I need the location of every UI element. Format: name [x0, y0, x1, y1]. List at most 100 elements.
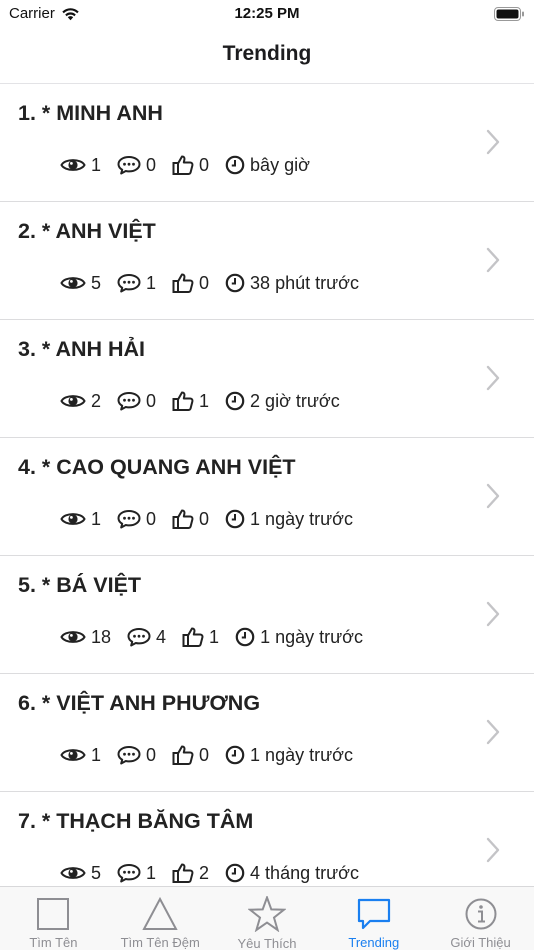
comments-stat: 1 — [117, 863, 156, 884]
tab-bar: Tìm Tên Tìm Tên Đệm Yêu Thích Trending G… — [0, 886, 534, 950]
item-title: 1. * MINH ANH — [18, 101, 163, 125]
item-stats: 5 1 2 4 tháng trước — [60, 862, 375, 884]
time-label: 1 ngày trước — [250, 508, 353, 529]
item-stats: 1 0 0 1 ngày trước — [60, 744, 369, 766]
time-stat: bây giờ — [225, 155, 310, 176]
likes-stat: 2 — [172, 862, 209, 884]
clock-icon — [225, 155, 245, 175]
tab-tim-ten-dem[interactable]: Tìm Tên Đệm — [107, 887, 214, 950]
clock-icon — [225, 745, 245, 765]
thumbs-up-icon — [172, 273, 194, 293]
item-stats: 1 0 0 bây giờ — [60, 154, 326, 176]
time-label: bây giờ — [250, 154, 310, 175]
comments-stat: 4 — [127, 627, 166, 648]
tab-label: Tìm Tên — [29, 935, 78, 950]
clock-icon — [225, 391, 245, 411]
eye-icon — [60, 631, 86, 643]
comments-stat: 0 — [117, 745, 156, 766]
time-stat: 1 ngày trước — [235, 627, 363, 648]
tab-tim-ten[interactable]: Tìm Tên — [0, 887, 107, 950]
item-stats: 2 0 1 2 giờ trước — [60, 390, 356, 412]
clock-icon — [235, 627, 255, 647]
comments-stat: 0 — [117, 391, 156, 412]
views-count: 5 — [91, 862, 102, 883]
clock-icon — [225, 509, 245, 529]
likes-stat: 0 — [172, 154, 209, 176]
item-title: 5. * BÁ VIỆT — [18, 573, 142, 597]
views-stat: 18 — [60, 627, 111, 648]
time-label: 38 phút trước — [250, 272, 359, 293]
time-stat: 38 phút trước — [225, 273, 359, 294]
likes-stat: 0 — [172, 272, 209, 294]
likes-count: 1 — [209, 626, 220, 647]
list-item[interactable]: 2. * ANH VIỆT 5 1 0 38 phút trước — [0, 202, 534, 320]
list-item[interactable]: 6. * VIỆT ANH PHƯƠNG 1 0 0 1 ngày trước — [0, 674, 534, 792]
thumbs-up-icon — [172, 509, 194, 529]
page-title: Trending — [222, 42, 312, 65]
likes-count: 0 — [199, 154, 210, 175]
item-title: 4. * CAO QUANG ANH VIỆT — [18, 455, 296, 479]
comments-count: 0 — [146, 154, 157, 175]
likes-count: 1 — [199, 390, 210, 411]
comments-stat: 1 — [117, 273, 156, 294]
tab-gioi-thieu[interactable]: Giới Thiệu — [427, 887, 534, 950]
time-stat: 2 giờ trước — [225, 391, 340, 412]
likes-count: 0 — [199, 508, 210, 529]
likes-stat: 1 — [172, 390, 209, 412]
eye-icon — [60, 513, 86, 525]
comments-count: 0 — [146, 508, 157, 529]
chevron-right-icon — [486, 601, 500, 627]
comment-icon — [127, 628, 151, 647]
chevron-right-icon — [486, 483, 500, 509]
thumbs-up-icon — [172, 745, 194, 765]
time-stat: 1 ngày trước — [225, 509, 353, 530]
comments-stat: 0 — [117, 155, 156, 176]
item-stats: 18 4 1 1 ngày trước — [60, 626, 379, 648]
thumbs-up-icon — [172, 863, 194, 883]
comments-count: 1 — [146, 272, 157, 293]
item-title: 2. * ANH VIỆT — [18, 219, 156, 243]
item-title: 3. * ANH HẢI — [18, 337, 146, 361]
item-stats: 1 0 0 1 ngày trước — [60, 508, 369, 530]
eye-icon — [60, 395, 86, 407]
star-icon — [247, 896, 286, 932]
time-stat: 1 ngày trước — [225, 745, 353, 766]
likes-stat: 1 — [182, 626, 219, 648]
comments-count: 1 — [146, 862, 157, 883]
list-item[interactable]: 7. * THẠCH BĂNG TÂM 5 1 2 4 tháng trước — [0, 792, 534, 886]
likes-stat: 0 — [172, 508, 209, 530]
info-icon — [464, 896, 498, 931]
time-label: 2 giờ trước — [250, 390, 340, 411]
navigation-bar: Trending — [0, 30, 534, 84]
views-stat: 1 — [60, 155, 101, 176]
list-item[interactable]: 4. * CAO QUANG ANH VIỆT 1 0 0 1 ngày trư… — [0, 438, 534, 556]
views-count: 1 — [91, 744, 102, 765]
comment-icon — [117, 864, 141, 883]
trending-list[interactable]: 1. * MINH ANH 1 0 0 bây giờ 2. * ANH VIỆ… — [0, 84, 534, 886]
tab-yeu-thich[interactable]: Yêu Thích — [214, 887, 321, 950]
list-item[interactable]: 5. * BÁ VIỆT 18 4 1 1 ngày trước — [0, 556, 534, 674]
item-title: 7. * THẠCH BĂNG TÂM — [18, 809, 254, 833]
tab-label: Giới Thiệu — [450, 935, 511, 950]
thumbs-up-icon — [182, 627, 204, 647]
status-bar: Carrier 12:25 PM — [0, 0, 534, 30]
likes-count: 0 — [199, 744, 210, 765]
tab-trending[interactable]: Trending — [320, 887, 427, 950]
comments-stat: 0 — [117, 509, 156, 530]
comment-icon — [117, 746, 141, 765]
views-stat: 5 — [60, 863, 101, 884]
views-count: 2 — [91, 390, 102, 411]
list-item[interactable]: 1. * MINH ANH 1 0 0 bây giờ — [0, 84, 534, 202]
comments-count: 0 — [146, 744, 157, 765]
time-label: 1 ngày trước — [250, 744, 353, 765]
views-stat: 5 — [60, 273, 101, 294]
thumbs-up-icon — [172, 155, 194, 175]
chevron-right-icon — [486, 365, 500, 391]
comment-icon — [117, 392, 141, 411]
views-stat: 1 — [60, 745, 101, 766]
views-count: 1 — [91, 508, 102, 529]
list-item[interactable]: 3. * ANH HẢI 2 0 1 2 giờ trước — [0, 320, 534, 438]
comment-icon — [117, 274, 141, 293]
time-label: 4 tháng trước — [250, 862, 359, 883]
clock-icon — [225, 863, 245, 883]
